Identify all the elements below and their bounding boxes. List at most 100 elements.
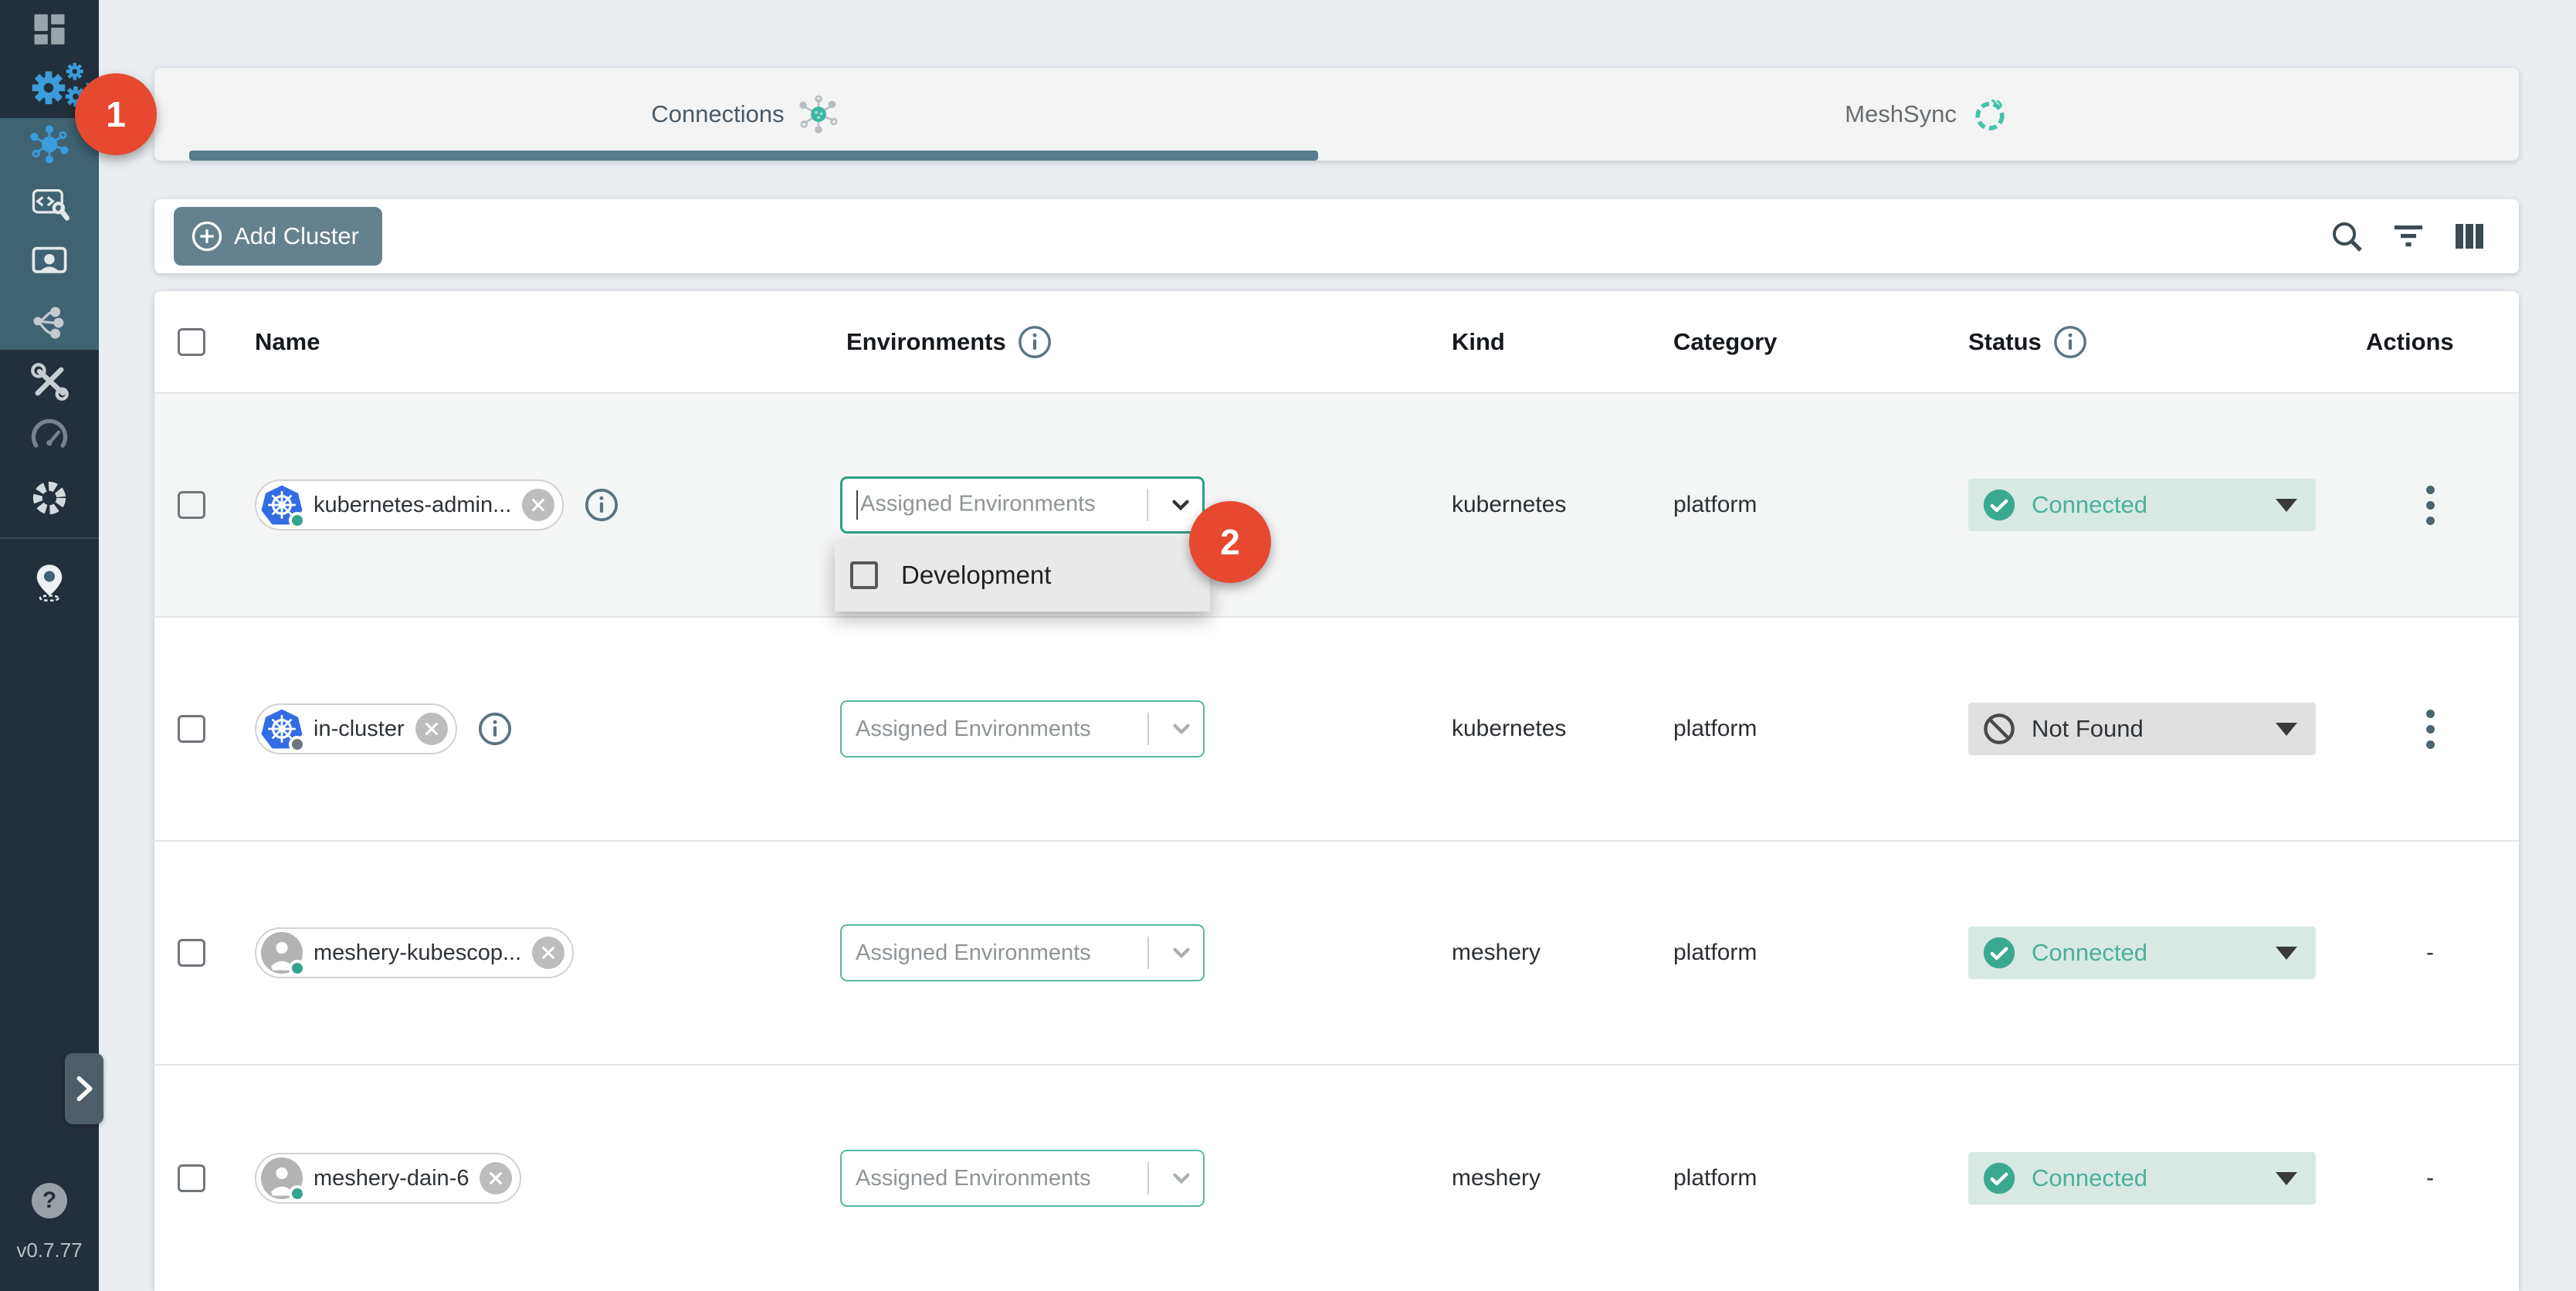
filter-button[interactable]: [2390, 218, 2427, 255]
remove-connection-button[interactable]: [480, 1162, 512, 1194]
step-badge-2-label: 2: [1220, 521, 1240, 563]
env-option-checkbox[interactable]: [850, 561, 878, 589]
not-found-icon: [1982, 712, 2016, 746]
tab-connections-label: Connections: [651, 100, 784, 128]
sidebar-item-configuration[interactable]: [29, 361, 69, 402]
select-chevron-button[interactable]: [1160, 940, 1203, 966]
select-divider: [1147, 489, 1148, 521]
table-header-row: Name Environments Kind Category Status A…: [154, 291, 2519, 394]
active-tab-indicator: [189, 151, 1318, 161]
avatar-icon: [261, 1157, 303, 1199]
tab-connections[interactable]: Connections: [154, 68, 1337, 161]
column-header-category[interactable]: Category: [1673, 328, 1777, 356]
chevron-down-icon: [1168, 492, 1194, 518]
row-checkbox[interactable]: [178, 1164, 205, 1192]
select-chevron-button[interactable]: [1159, 492, 1202, 518]
sidebar-expand-button[interactable]: [65, 1053, 103, 1124]
row-checkbox[interactable]: [178, 491, 205, 519]
connection-name-chip[interactable]: meshery-dain-6: [255, 1153, 521, 1204]
remove-connection-button[interactable]: [415, 713, 448, 745]
environments-select[interactable]: Assigned Environments: [840, 1150, 1205, 1207]
speedometer-icon: [29, 415, 69, 456]
add-cluster-button[interactable]: Add Cluster: [174, 207, 382, 266]
step-badge-1-label: 1: [106, 93, 126, 135]
view-columns-button[interactable]: [2451, 218, 2488, 255]
connection-name-chip[interactable]: kubernetes-admin...: [255, 479, 564, 530]
environments-placeholder: Assigned Environments: [860, 492, 1096, 517]
mesh-icon: [797, 93, 840, 136]
category-cell: platform: [1673, 716, 1757, 742]
caret-down-icon: [2276, 723, 2297, 736]
search-icon: [2328, 218, 2365, 255]
environments-dropdown-menu: Development: [835, 539, 1210, 612]
remove-connection-button[interactable]: [532, 937, 564, 969]
status-label: Connected: [2032, 939, 2260, 967]
select-divider: [1147, 937, 1149, 969]
sidebar-item-pipelines[interactable]: [29, 302, 69, 342]
environments-placeholder: Assigned Environments: [856, 1166, 1091, 1191]
sync-spinner-icon: [1969, 93, 2011, 135]
connection-name-chip[interactable]: meshery-kubescop...: [255, 927, 574, 978]
sidebar-item-connections[interactable]: [29, 124, 69, 164]
code-wrench-icon: [29, 184, 69, 224]
connection-info-icon[interactable]: [477, 711, 513, 747]
environments-select[interactable]: Assigned Environments: [840, 476, 1205, 534]
search-button[interactable]: [2328, 218, 2365, 255]
status-dropdown[interactable]: Connected: [1968, 479, 2316, 531]
status-label: Connected: [2032, 491, 2260, 519]
column-header-name[interactable]: Name: [255, 328, 320, 356]
caret-down-icon: [2276, 1172, 2297, 1185]
column-actions-label: Actions: [2366, 328, 2454, 356]
environments-select[interactable]: Assigned Environments: [840, 700, 1205, 757]
kind-cell: kubernetes: [1452, 716, 1566, 742]
sidebar-item-workloads[interactable]: [29, 242, 69, 283]
connection-name-chip[interactable]: in-cluster: [255, 703, 457, 754]
row-actions-menu-button[interactable]: [2411, 478, 2449, 532]
select-chevron-button[interactable]: [1160, 1165, 1203, 1191]
sidebar-item-adapters[interactable]: [29, 184, 69, 224]
connection-status-dot: [289, 512, 306, 529]
table-row: meshery-dain-6 Assigned Environments mes…: [154, 1066, 2519, 1291]
column-header-status[interactable]: Status: [1968, 324, 2088, 360]
table-toolbar: Add Cluster: [154, 199, 2519, 273]
select-chevron-button[interactable]: [1160, 716, 1203, 742]
kind-cell: meshery: [1452, 1165, 1541, 1191]
status-dropdown[interactable]: Connected: [1968, 927, 2316, 979]
select-all-checkbox[interactable]: [178, 328, 205, 356]
environments-select[interactable]: Assigned Environments: [840, 924, 1205, 981]
column-status-label: Status: [1968, 328, 2042, 356]
status-dropdown[interactable]: Not Found: [1968, 703, 2316, 755]
help-glyph: ?: [42, 1188, 56, 1214]
env-option-development[interactable]: Development: [901, 561, 1051, 590]
close-icon: [540, 944, 557, 961]
tab-meshsync[interactable]: MeshSync: [1337, 68, 2519, 161]
kubernetes-logo-icon: [261, 484, 303, 526]
help-button[interactable]: ?: [32, 1183, 67, 1218]
category-cell: platform: [1673, 940, 1757, 966]
connection-status-dot: [289, 1185, 306, 1202]
sidebar-item-performance[interactable]: [29, 415, 69, 456]
row-actions-menu-button[interactable]: [2411, 702, 2449, 756]
column-header-environments[interactable]: Environments: [846, 324, 1052, 360]
select-divider: [1147, 1162, 1149, 1194]
select-divider: [1147, 713, 1149, 745]
status-label: Connected: [2032, 1164, 2260, 1192]
sidebar-item-extensions[interactable]: [29, 478, 69, 518]
check-circle-icon: [1982, 488, 2016, 522]
connection-info-icon[interactable]: [584, 487, 619, 523]
sidebar-divider: [0, 537, 99, 539]
info-icon[interactable]: [1017, 324, 1052, 360]
caret-down-icon: [2276, 947, 2297, 960]
table-row: meshery-kubescop... Assigned Environment…: [154, 842, 2519, 1066]
sidebar: ? v0.7.77: [0, 0, 99, 1291]
row-checkbox[interactable]: [178, 715, 205, 743]
sidebar-item-catalog[interactable]: [29, 561, 69, 601]
sidebar-item-dashboard[interactable]: [29, 9, 69, 49]
version-label: v0.7.77: [0, 1238, 99, 1262]
status-dropdown[interactable]: Connected: [1968, 1152, 2316, 1205]
info-icon[interactable]: [2052, 324, 2088, 360]
column-header-kind[interactable]: Kind: [1452, 328, 1505, 356]
remove-connection-button[interactable]: [522, 489, 554, 521]
screen-person-icon: [29, 242, 69, 283]
row-checkbox[interactable]: [178, 939, 205, 967]
